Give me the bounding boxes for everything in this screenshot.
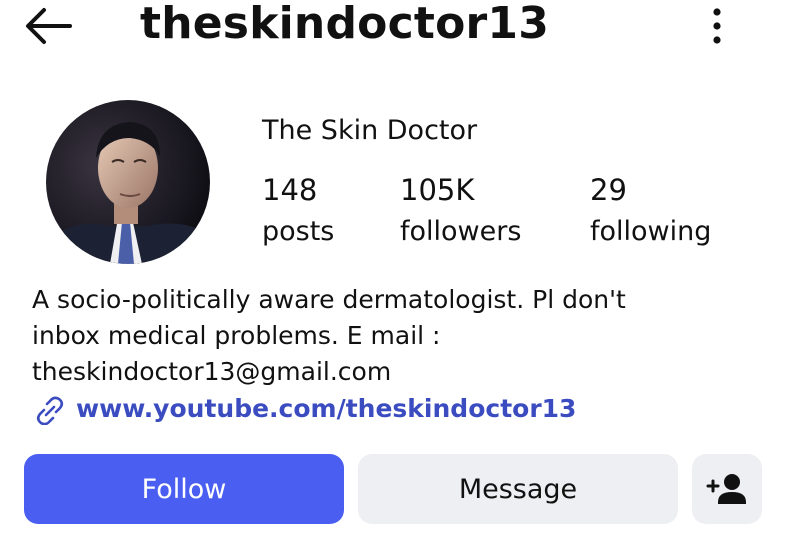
back-button[interactable]: [20, 4, 80, 48]
message-button[interactable]: Message: [358, 454, 678, 524]
add-person-icon: [706, 474, 746, 504]
profile-bio: A socio-politically aware dermatologist.…: [32, 285, 626, 386]
profile-link-text[interactable]: www.youtube.com/theskindoctor13: [76, 392, 576, 426]
arrow-left-icon: [26, 8, 72, 44]
following-stat[interactable]: 29 following: [590, 172, 711, 250]
posts-count: 148: [262, 173, 318, 207]
profile-photo: [46, 100, 210, 264]
followers-count: 105K: [400, 173, 475, 207]
more-options-button[interactable]: [700, 4, 734, 48]
vertical-ellipsis-icon: [713, 8, 721, 44]
suggest-users-button[interactable]: [692, 454, 762, 524]
following-count: 29: [590, 173, 627, 207]
profile-username: theskindoctor13: [140, 0, 550, 49]
top-bar: theskindoctor13: [0, 0, 786, 56]
profile-avatar[interactable]: [46, 100, 210, 264]
posts-stat[interactable]: 148 posts: [262, 172, 334, 250]
following-label: following: [590, 216, 712, 247]
posts-label: posts: [262, 216, 335, 247]
followers-stat[interactable]: 105K followers: [400, 172, 521, 250]
followers-label: followers: [400, 216, 522, 247]
follow-button[interactable]: Follow: [24, 454, 344, 524]
link-icon: [36, 396, 64, 425]
display-name: The Skin Doctor: [262, 115, 478, 146]
